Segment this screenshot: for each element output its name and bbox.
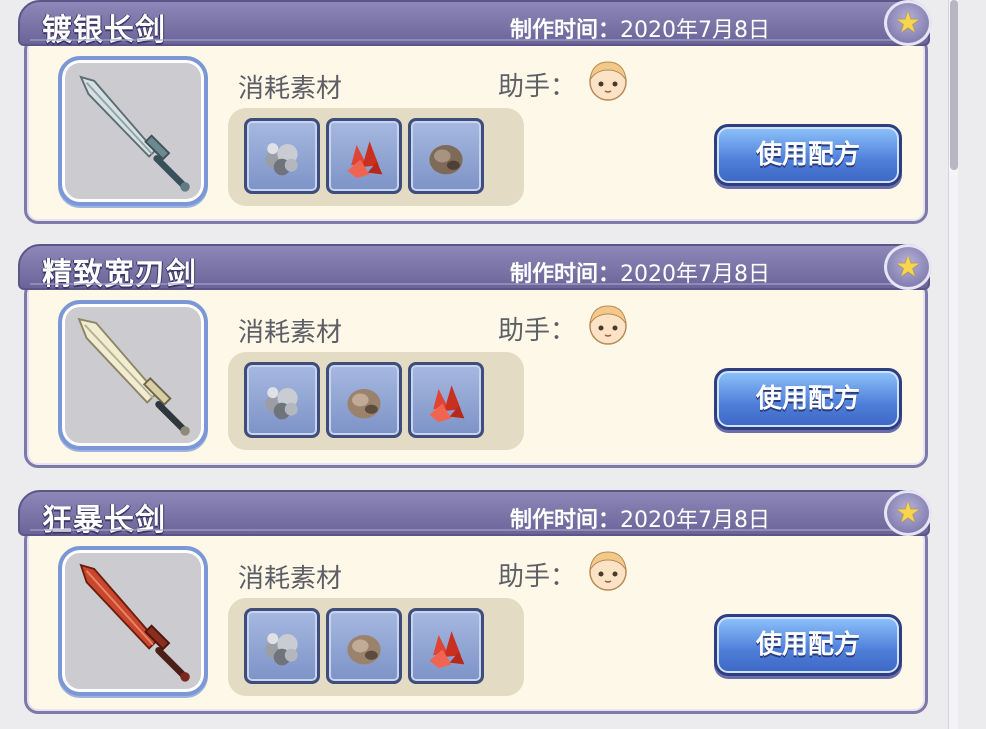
material-slot[interactable] [408, 118, 484, 194]
use-recipe-button[interactable]: 使用配方 [714, 124, 902, 186]
red-crystal-icon [429, 631, 465, 669]
weapon-slot[interactable] [58, 56, 208, 206]
material-slot[interactable] [244, 118, 320, 194]
recipe-header: 镀银长剑 制作时间：2020年7月8日 [18, 0, 930, 48]
brown-ore-icon [429, 144, 463, 175]
berserk-sword-icon [79, 563, 190, 682]
craft-date-value: 2020年7月8日 [620, 508, 770, 533]
helper-label: 助手： [498, 72, 577, 102]
grey-ore-icon [265, 387, 298, 420]
helper-avatar-icon[interactable] [584, 300, 632, 348]
materials-tray [228, 352, 524, 450]
scrollbar-thumb[interactable] [950, 0, 958, 170]
favorite-button[interactable]: ★ [884, 0, 932, 46]
helper-label: 助手： [498, 316, 577, 346]
weapon-slot[interactable] [58, 546, 208, 696]
material-slot[interactable] [408, 362, 484, 438]
recipe-header: 精致宽刃剑 制作时间：2020年7月8日 [18, 244, 930, 292]
recipe-card: 镀银长剑 制作时间：2020年7月8日 ★ 消耗素材 助手： 使用配方 [18, 0, 938, 230]
craft-date: 制作时间：2020年7月8日 [510, 12, 770, 44]
recipe-card: 狂暴长剑 制作时间：2020年7月8日 ★ 消耗素材 助手： 使用配方 [18, 490, 938, 720]
helper-avatar-icon[interactable] [584, 56, 632, 104]
materials-label: 消耗素材 [238, 74, 343, 104]
craft-date-value: 2020年7月8日 [620, 262, 770, 287]
recipe-name: 精致宽刃剑 [42, 257, 197, 292]
brown-ore-icon [347, 634, 381, 665]
material-slot[interactable] [326, 118, 402, 194]
weapon-slot[interactable] [58, 300, 208, 450]
recipe-name: 镀银长剑 [42, 13, 166, 48]
recipe-name: 狂暴长剑 [42, 503, 166, 538]
material-slot[interactable] [244, 362, 320, 438]
craft-date-label: 制作时间： [510, 262, 621, 287]
helper-avatar-icon[interactable] [584, 546, 632, 594]
materials-tray [228, 598, 524, 696]
craft-date: 制作时间：2020年7月8日 [510, 256, 770, 288]
grey-ore-icon [265, 143, 298, 176]
star-icon: ★ [895, 496, 921, 529]
recipe-list: 镀银长剑 制作时间：2020年7月8日 ★ 消耗素材 助手： 使用配方 精致宽刃… [18, 0, 938, 729]
red-crystal-icon [347, 141, 383, 179]
craft-date-label: 制作时间： [510, 508, 621, 533]
helper-label: 助手： [498, 562, 577, 592]
silver-sword-icon [79, 75, 190, 192]
scrollbar[interactable] [948, 0, 958, 729]
material-slot[interactable] [244, 608, 320, 684]
craft-date-label: 制作时间： [510, 18, 621, 43]
brown-ore-icon [347, 388, 381, 419]
favorite-button[interactable]: ★ [884, 490, 932, 536]
material-slot[interactable] [326, 608, 402, 684]
recipe-card: 精致宽刃剑 制作时间：2020年7月8日 ★ 消耗素材 助手： 使用配方 [18, 244, 938, 474]
craft-date: 制作时间：2020年7月8日 [510, 502, 770, 534]
use-recipe-button[interactable]: 使用配方 [714, 614, 902, 676]
star-icon: ★ [895, 250, 921, 283]
materials-label: 消耗素材 [238, 318, 343, 348]
red-crystal-icon [429, 385, 465, 423]
recipe-header: 狂暴长剑 制作时间：2020年7月8日 [18, 490, 930, 538]
use-recipe-button[interactable]: 使用配方 [714, 368, 902, 430]
broad-sword-icon [77, 317, 190, 436]
materials-tray [228, 108, 524, 206]
craft-date-value: 2020年7月8日 [620, 18, 770, 43]
star-icon: ★ [895, 6, 921, 39]
material-slot[interactable] [326, 362, 402, 438]
material-slot[interactable] [408, 608, 484, 684]
favorite-button[interactable]: ★ [884, 244, 932, 290]
grey-ore-icon [265, 633, 298, 666]
materials-label: 消耗素材 [238, 564, 343, 594]
